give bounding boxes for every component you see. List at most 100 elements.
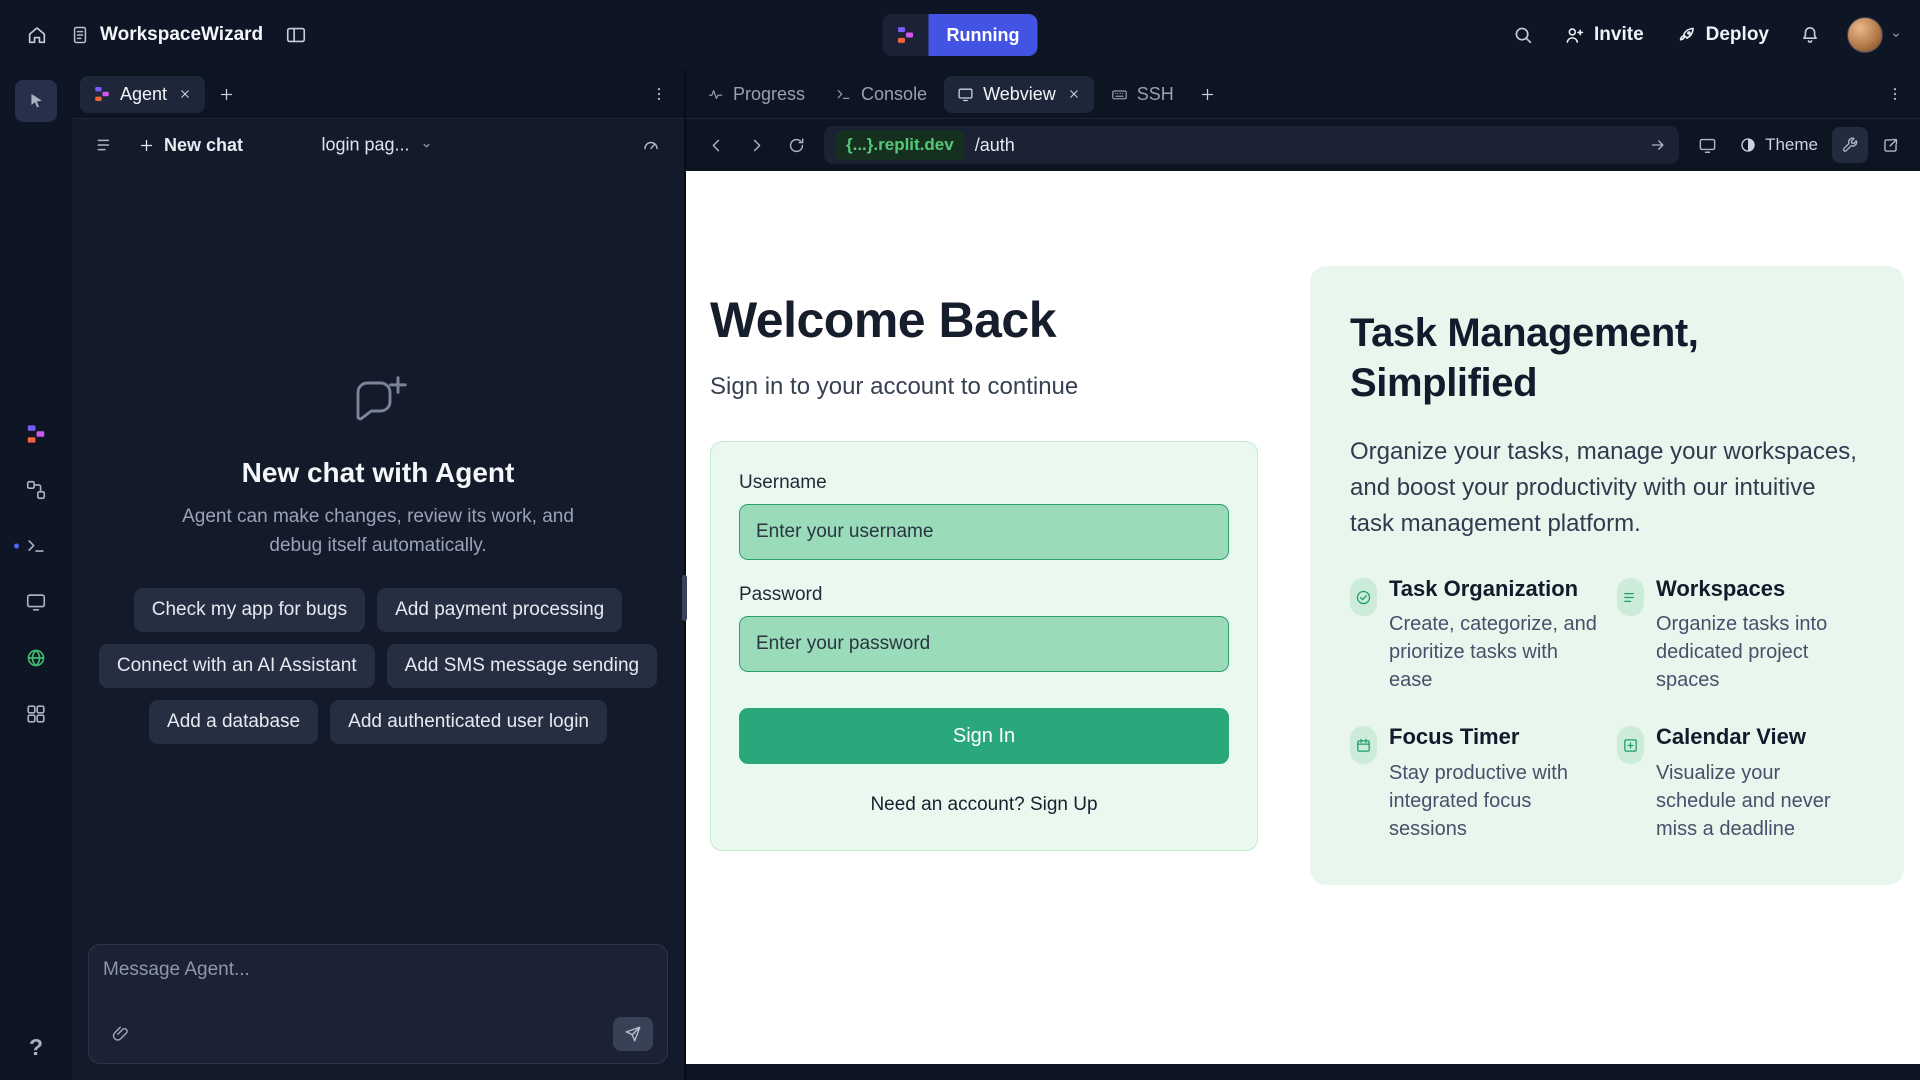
pane-menu-button[interactable] bbox=[642, 77, 676, 111]
send-button[interactable] bbox=[613, 1017, 653, 1051]
chat-history-button[interactable] bbox=[86, 126, 124, 164]
replit-logo-icon bbox=[883, 14, 929, 56]
feature-focus-timer: Focus Timer Stay productive with integra… bbox=[1350, 724, 1597, 842]
preview-tabstrip: Progress Console Webview SSH bbox=[686, 70, 1920, 119]
webview-icon bbox=[957, 86, 974, 103]
home-button[interactable] bbox=[16, 14, 58, 56]
tab-webview-label: Webview bbox=[983, 84, 1056, 105]
account-menu[interactable] bbox=[1847, 17, 1904, 53]
feature-title: Calendar View bbox=[1656, 724, 1864, 750]
app-title-text: WorkspaceWizard bbox=[100, 24, 263, 46]
password-input[interactable] bbox=[739, 616, 1229, 672]
suggestion-chip[interactable]: Add payment processing bbox=[377, 588, 622, 632]
new-chat-button[interactable]: New chat bbox=[128, 129, 253, 162]
file-icon bbox=[70, 25, 90, 45]
suggestion-chip[interactable]: Add SMS message sending bbox=[387, 644, 657, 688]
pointer-tool-button[interactable] bbox=[15, 80, 57, 122]
invite-button[interactable]: Invite bbox=[1552, 16, 1656, 54]
workflows-tool-button[interactable] bbox=[15, 469, 57, 511]
close-icon bbox=[178, 87, 192, 101]
shell-icon bbox=[25, 535, 47, 557]
devtools-monitor-icon bbox=[1698, 136, 1717, 155]
forward-button[interactable] bbox=[738, 127, 774, 163]
back-button[interactable] bbox=[698, 127, 734, 163]
suggestion-chip[interactable]: Add authenticated user login bbox=[330, 700, 607, 744]
theme-button[interactable]: Theme bbox=[1729, 128, 1828, 162]
preview-pane: Progress Console Webview SSH { bbox=[684, 70, 1920, 1080]
new-chat-label: New chat bbox=[164, 135, 243, 156]
tab-ssh[interactable]: SSH bbox=[1098, 76, 1187, 113]
kebab-icon bbox=[650, 85, 668, 103]
sign-in-button[interactable]: Sign In bbox=[739, 708, 1229, 764]
avatar bbox=[1847, 17, 1883, 53]
sign-up-link[interactable]: Need an account? Sign Up bbox=[739, 794, 1229, 816]
tab-webview[interactable]: Webview bbox=[944, 76, 1094, 113]
feature-grid: Task Organization Create, categorize, an… bbox=[1350, 576, 1864, 843]
go-icon[interactable] bbox=[1649, 136, 1667, 154]
deploy-icon bbox=[1676, 25, 1697, 46]
output-tool-button[interactable] bbox=[15, 581, 57, 623]
refresh-icon bbox=[787, 136, 806, 155]
tab-console[interactable]: Console bbox=[822, 76, 940, 113]
ssh-icon bbox=[1111, 86, 1128, 103]
pane-menu-button[interactable] bbox=[1878, 77, 1912, 111]
url-field[interactable]: {...}.replit.dev /auth bbox=[824, 126, 1679, 164]
usage-gauge-icon bbox=[641, 135, 661, 155]
feature-title: Workspaces bbox=[1656, 576, 1864, 602]
forward-icon bbox=[747, 136, 766, 155]
open-external-button[interactable] bbox=[1872, 127, 1908, 163]
chat-selector-label: login pag... bbox=[321, 135, 409, 156]
back-icon bbox=[707, 136, 726, 155]
chat-selector[interactable]: login pag... bbox=[321, 135, 434, 156]
new-tab-button[interactable] bbox=[209, 77, 243, 111]
top-bar-center: Running bbox=[883, 14, 1038, 56]
suggestion-chip[interactable]: Check my app for bugs bbox=[134, 588, 365, 632]
devtools-button[interactable] bbox=[1689, 127, 1725, 163]
username-label: Username bbox=[739, 472, 1229, 494]
shell-tool-button[interactable] bbox=[15, 525, 57, 567]
all-tools-button[interactable] bbox=[15, 693, 57, 735]
chevron-down-icon bbox=[419, 137, 435, 153]
username-input[interactable] bbox=[739, 504, 1229, 560]
new-tab-button[interactable] bbox=[1191, 77, 1225, 111]
composer-toolbar bbox=[103, 1017, 653, 1051]
suggestion-chip[interactable]: Connect with an AI Assistant bbox=[99, 644, 375, 688]
login-title: Welcome Back bbox=[710, 291, 1258, 349]
password-group: Password bbox=[739, 584, 1229, 672]
message-composer[interactable] bbox=[88, 944, 668, 1064]
tab-agent[interactable]: Agent bbox=[80, 76, 205, 113]
suggestion-chip[interactable]: Add a database bbox=[149, 700, 318, 744]
agent-chat-body: New chat with Agent Agent can make chang… bbox=[72, 171, 684, 944]
tab-console-label: Console bbox=[861, 84, 927, 105]
feature-title: Task Organization bbox=[1389, 576, 1597, 602]
close-tab-button[interactable] bbox=[1067, 87, 1081, 101]
console-icon bbox=[835, 86, 852, 103]
chat-history-icon bbox=[95, 135, 115, 155]
help-icon: ? bbox=[29, 1034, 43, 1061]
attach-button[interactable] bbox=[103, 1018, 139, 1050]
close-tab-button[interactable] bbox=[178, 87, 192, 101]
layout-button[interactable] bbox=[275, 14, 317, 56]
search-button[interactable] bbox=[1502, 14, 1544, 56]
feature-title: Focus Timer bbox=[1389, 724, 1597, 750]
refresh-button[interactable] bbox=[778, 127, 814, 163]
agent-tabstrip: Agent bbox=[72, 70, 684, 119]
message-input[interactable] bbox=[103, 959, 653, 985]
run-status-button[interactable]: Running bbox=[883, 14, 1038, 56]
help-button[interactable]: ? bbox=[15, 1026, 57, 1068]
notifications-button[interactable] bbox=[1789, 14, 1831, 56]
deploy-button[interactable]: Deploy bbox=[1664, 16, 1781, 54]
deployment-tool-button[interactable] bbox=[15, 637, 57, 679]
agent-tool-button[interactable] bbox=[15, 413, 57, 455]
list-lines-icon bbox=[1617, 578, 1644, 616]
debug-tools-button[interactable] bbox=[1832, 127, 1868, 163]
url-path[interactable]: /auth bbox=[975, 135, 1015, 156]
url-host-pill[interactable]: {...}.replit.dev bbox=[836, 130, 964, 160]
tab-progress[interactable]: Progress bbox=[694, 76, 818, 113]
feature-description: Stay productive with integrated focus se… bbox=[1389, 759, 1597, 843]
pane-resize-handle[interactable] bbox=[682, 575, 687, 621]
chat-usage-button[interactable] bbox=[632, 126, 670, 164]
suggestion-chips: Check my app for bugs Add payment proces… bbox=[88, 588, 668, 744]
paperclip-icon bbox=[111, 1024, 131, 1044]
login-card: Username Password Sign In Need an accoun… bbox=[710, 441, 1258, 851]
